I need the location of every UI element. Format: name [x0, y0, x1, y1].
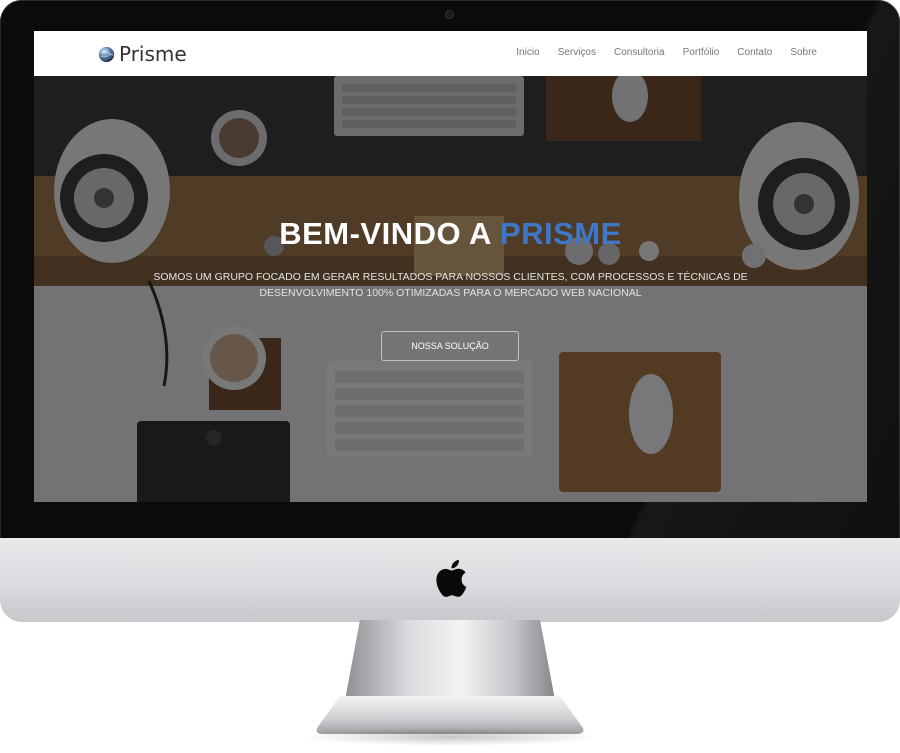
nav-item-consultoria[interactable]: Consultoria	[614, 46, 665, 60]
globe-icon	[98, 46, 115, 62]
apple-icon	[436, 559, 467, 597]
navbar: Prisme Inicio Serviços Consultoria Portf…	[34, 31, 867, 76]
nav-item-sobre[interactable]: Sobre	[790, 46, 817, 60]
brand[interactable]: Prisme	[98, 42, 187, 66]
hero-carousel: BEM-VINDO A PRISME SOMOS UM GRUPO FOCADO…	[34, 76, 867, 502]
nav-item-portfolio[interactable]: Portfólio	[683, 46, 720, 60]
brand-name: Prisme	[119, 42, 187, 66]
imac-stand	[345, 620, 555, 700]
hero-title: BEM-VINDO A PRISME	[34, 216, 867, 252]
stand-shadow	[300, 728, 600, 746]
camera-icon	[446, 11, 453, 18]
nav-item-contato[interactable]: Contato	[737, 46, 772, 60]
nav-item-inicio[interactable]: Inicio	[516, 46, 539, 60]
our-solution-button[interactable]: NOSSA SOLUÇÃO	[381, 331, 519, 361]
nav-item-servicos[interactable]: Serviços	[558, 46, 596, 60]
hero-title-prefix: BEM-VINDO A	[279, 216, 491, 251]
nav-menu: Inicio Serviços Consultoria Portfólio Co…	[516, 46, 817, 60]
hero-title-accent: PRISME	[499, 216, 622, 251]
browser-screen: Prisme Inicio Serviços Consultoria Portf…	[34, 31, 867, 502]
hero-subtitle: SOMOS UM GRUPO FOCADO EM GERAR RESULTADO…	[153, 271, 748, 299]
